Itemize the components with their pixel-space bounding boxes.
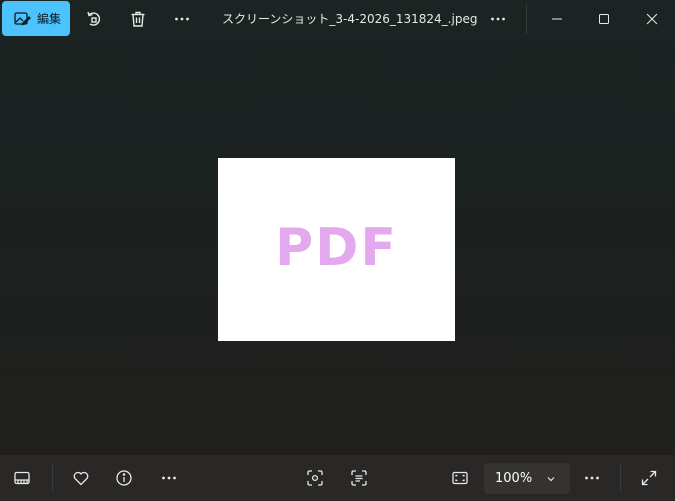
title-bar: 編集 スクリーンショット_3-4-2026_131824_.jpeg (0, 0, 675, 38)
minimize-button[interactable] (534, 0, 580, 38)
filmstrip-button[interactable] (5, 461, 39, 495)
edit-button-label: 編集 (36, 12, 61, 26)
titlebar-divider (526, 4, 527, 34)
info-icon (115, 469, 133, 487)
rotate-button[interactable] (76, 1, 112, 37)
edit-image-icon (13, 10, 31, 28)
zoom-more-button[interactable] (575, 461, 609, 495)
bottom-toolbar: 100% (0, 455, 675, 501)
filmstrip-icon (13, 469, 31, 487)
maximize-icon (598, 13, 610, 25)
bottombar-divider-left (52, 464, 53, 492)
chevron-down-icon (546, 474, 556, 484)
more-icon (173, 10, 191, 28)
zoom-dropdown[interactable]: 100% (484, 463, 570, 494)
rotate-icon (85, 10, 103, 28)
expand-icon (640, 469, 658, 487)
image-pdf-text: PDF (275, 217, 398, 278)
fit-window-icon (451, 469, 469, 487)
close-button[interactable] (629, 0, 675, 38)
close-icon (646, 13, 658, 25)
fullscreen-button[interactable] (632, 461, 666, 495)
heart-icon (72, 469, 90, 487)
info-button[interactable] (107, 461, 141, 495)
text-scan-button[interactable] (342, 461, 376, 495)
minimize-icon (551, 13, 563, 25)
edit-button[interactable]: 編集 (2, 1, 70, 36)
text-scan-icon (350, 469, 368, 487)
more-icon (489, 10, 507, 28)
trash-icon (129, 10, 147, 28)
more-options-button[interactable] (164, 1, 200, 37)
maximize-button[interactable] (581, 0, 627, 38)
favorite-button[interactable] (64, 461, 98, 495)
delete-button[interactable] (120, 1, 156, 37)
visual-search-button[interactable] (298, 461, 332, 495)
zoom-value: 100% (495, 471, 533, 486)
bottombar-divider-right (620, 464, 621, 492)
more-icon (160, 469, 178, 487)
visual-search-icon (306, 469, 324, 487)
bottom-more-button[interactable] (152, 461, 186, 495)
window-title: スクリーンショット_3-4-2026_131824_.jpeg (222, 12, 478, 26)
displayed-image[interactable]: PDF (218, 158, 455, 341)
title-more-button[interactable] (480, 1, 516, 37)
more-icon (583, 469, 601, 487)
fit-to-window-button[interactable] (443, 461, 477, 495)
